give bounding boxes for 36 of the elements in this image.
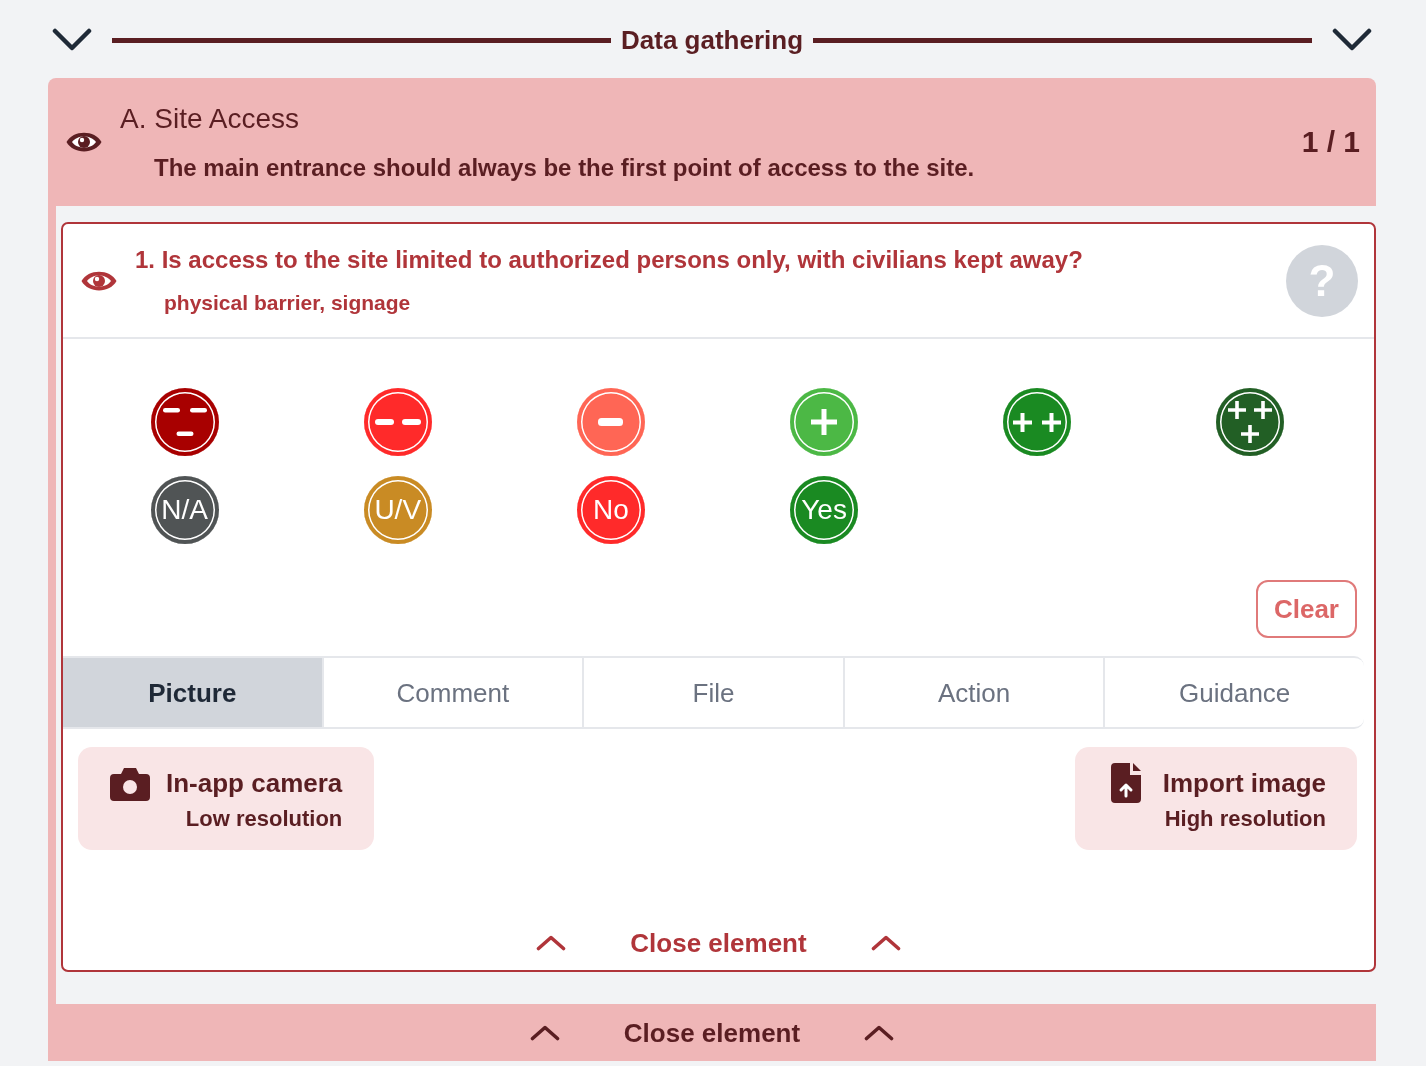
- rating-button[interactable]: No: [576, 476, 645, 544]
- chevron-up-icon: [536, 935, 567, 951]
- double-minus-icon: [374, 419, 421, 425]
- clear-button[interactable]: Clear: [1255, 580, 1357, 638]
- chevron-up-icon: [870, 935, 901, 951]
- tab[interactable]: File: [584, 656, 845, 729]
- file-upload-icon: [1110, 763, 1141, 803]
- section-title: A. Site Access: [120, 102, 300, 136]
- section-description: The main entrance should always be the first point of access to the site.: [153, 153, 975, 183]
- import-image-button[interactable]: Import image High resolution: [1074, 747, 1357, 850]
- question-hint: physical barrier, signage: [163, 290, 412, 316]
- double-plus-icon: [1013, 412, 1062, 432]
- plus-icon: [811, 409, 838, 435]
- close-element-button[interactable]: Close element: [529, 1016, 895, 1049]
- question-counter: 1 / 1: [1301, 124, 1360, 160]
- triple-minus-icon: [162, 408, 207, 436]
- question-text: 1. Is access to the site limited to authorized persons only, with civilians kept away?: [135, 245, 1084, 275]
- camera-button[interactable]: In-app camera Low resolution: [78, 747, 375, 850]
- minus-icon: [598, 418, 624, 426]
- tab[interactable]: Picture: [63, 656, 324, 729]
- camera-icon: [110, 767, 150, 801]
- tab[interactable]: Guidance: [1105, 656, 1364, 729]
- tab[interactable]: Comment: [323, 656, 585, 729]
- group-heading: Data gathering: [621, 24, 803, 56]
- chevron-up-icon: [529, 1024, 560, 1041]
- close-element-button[interactable]: Close element: [536, 923, 901, 963]
- tab[interactable]: Action: [844, 656, 1106, 729]
- chevron-down-icon: [1332, 28, 1372, 52]
- chevron-up-icon: [864, 1024, 895, 1041]
- chevron-down-icon: [52, 28, 92, 52]
- collapse-button[interactable]: [1332, 28, 1372, 52]
- collapse-button[interactable]: [52, 28, 92, 52]
- rating-button[interactable]: N/A: [150, 476, 219, 544]
- triple-plus-icon: [1228, 401, 1273, 443]
- rating-button[interactable]: Yes: [790, 476, 859, 544]
- rating-button[interactable]: U/V: [363, 476, 432, 544]
